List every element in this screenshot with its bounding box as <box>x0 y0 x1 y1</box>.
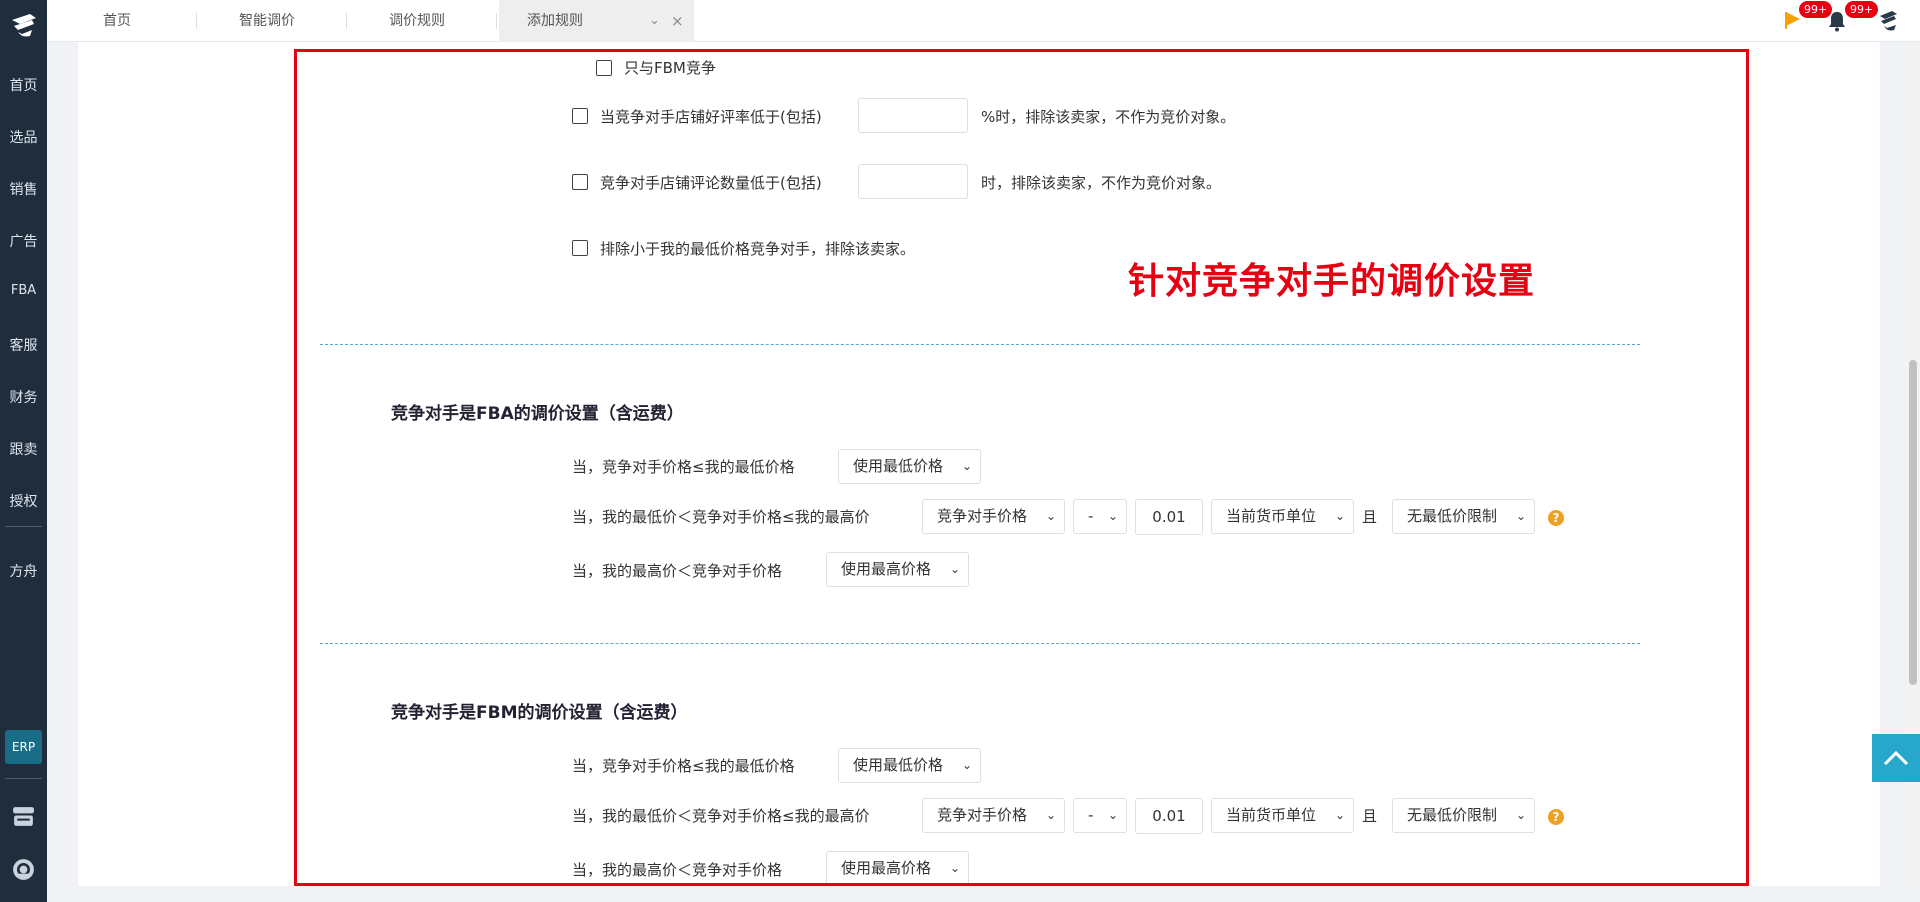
sidebar-item-follow-sell[interactable]: 跟卖 <box>0 439 47 459</box>
sidebar-divider <box>5 778 42 779</box>
logo-icon[interactable] <box>8 10 40 42</box>
bell-icon[interactable] <box>1827 10 1847 32</box>
tab-add-rule[interactable]: 添加规则 ⌄ × <box>499 0 694 42</box>
sidebar-item-authorization[interactable]: 授权 <box>0 491 47 511</box>
back-to-top-button[interactable] <box>1872 734 1920 782</box>
sidebar-divider <box>5 526 42 527</box>
tab-smart-repricing[interactable]: 智能调价 <box>217 0 317 42</box>
tab-add-rule-label: 添加规则 <box>527 13 583 29</box>
support-icon[interactable] <box>11 857 36 882</box>
user-avatar-icon[interactable] <box>1876 8 1900 34</box>
sidebar-item-product-selection[interactable]: 选品 <box>0 127 47 147</box>
bell-badge: 99+ <box>1845 1 1879 18</box>
sidebar: 首页 选品 销售 广告 FBA 客服 财务 跟卖 授权 方舟 ERP <box>0 0 47 902</box>
sidebar-item-finance[interactable]: 财务 <box>0 387 47 407</box>
sidebar-item-sales[interactable]: 销售 <box>0 179 47 199</box>
sidebar-item-ark[interactable]: 方舟 <box>0 561 47 581</box>
tab-separator <box>346 13 347 29</box>
tab-home[interactable]: 首页 <box>77 0 157 42</box>
sidebar-item-home[interactable]: 首页 <box>0 75 47 95</box>
tab-bar: 首页 智能调价 调价规则 添加规则 ⌄ × 99+ 99+ <box>47 0 1920 42</box>
close-icon[interactable]: × <box>671 0 684 42</box>
chevron-up-icon <box>1883 750 1909 766</box>
sidebar-item-ads[interactable]: 广告 <box>0 231 47 251</box>
tab-separator <box>496 13 497 29</box>
chevron-down-icon[interactable]: ⌄ <box>649 0 660 42</box>
sidebar-item-customer-service[interactable]: 客服 <box>0 335 47 355</box>
sidebar-item-fba[interactable]: FBA <box>0 283 47 298</box>
tab-repricing-rules[interactable]: 调价规则 <box>367 0 467 42</box>
erp-button[interactable]: ERP <box>5 730 42 764</box>
annotation-highlight-box <box>294 49 1749 886</box>
scrollbar-thumb[interactable] <box>1909 360 1917 685</box>
tab-separator <box>196 13 197 29</box>
store-icon[interactable] <box>11 804 36 829</box>
